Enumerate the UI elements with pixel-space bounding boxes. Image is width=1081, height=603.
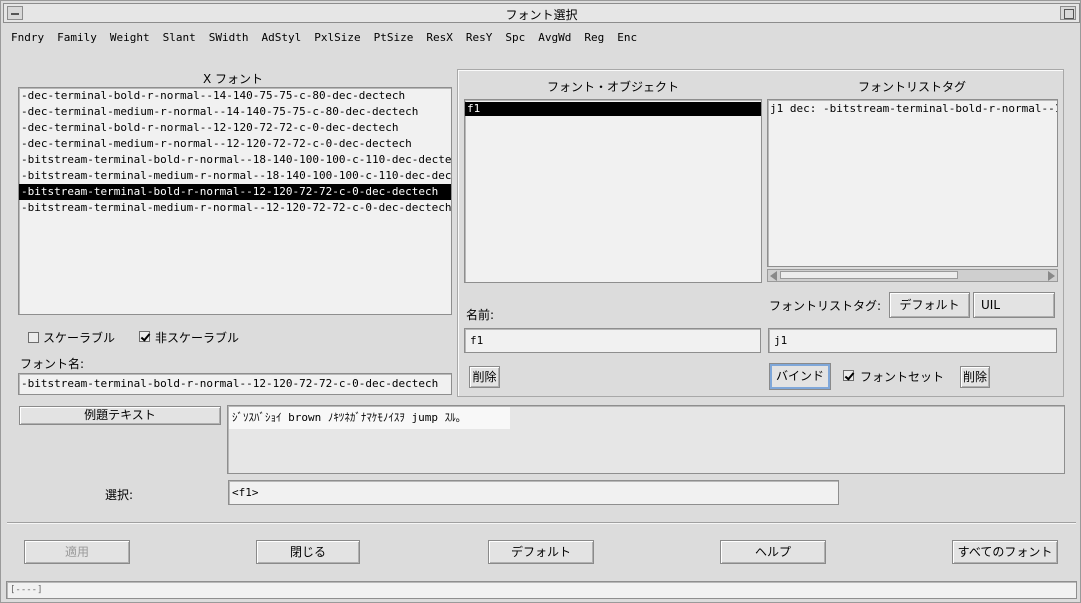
- xfont-list-item[interactable]: -dec-terminal-medium-r-normal--12-120-72…: [19, 136, 451, 152]
- menu-field-family[interactable]: Family: [57, 31, 97, 49]
- fontlist-tag-field[interactable]: j1: [768, 328, 1057, 353]
- name-delete-button[interactable]: 削除: [469, 366, 500, 388]
- fontset-checkbox[interactable]: [843, 370, 854, 381]
- menu-field-enc[interactable]: Enc: [617, 31, 637, 49]
- fontset-label: フォントセット: [860, 370, 945, 384]
- xfont-list-item[interactable]: -dec-terminal-medium-r-normal--14-140-75…: [19, 104, 451, 120]
- uil-button[interactable]: UIL: [973, 292, 1055, 318]
- sample-text-button[interactable]: 例題テキスト: [19, 406, 221, 425]
- nonscalable-label: 非スケーラブル: [155, 331, 240, 345]
- field-menubar: Fndry Family Weight Slant SWidth AdStyl PxlSiz…: [11, 31, 650, 49]
- xfont-list[interactable]: -dec-terminal-bold-r-normal--14-140-75-7…: [18, 87, 452, 315]
- default-button[interactable]: デフォルト: [488, 540, 594, 564]
- menu-field-spc[interactable]: Spc: [505, 31, 525, 49]
- name-field[interactable]: f1: [464, 328, 761, 353]
- fontname-label: フォント名:: [20, 357, 85, 371]
- font-object-item[interactable]: f1: [465, 102, 761, 116]
- tag-default-button[interactable]: デフォルト: [889, 292, 970, 318]
- scroll-left-icon[interactable]: [770, 271, 777, 281]
- xfont-list-item[interactable]: -dec-terminal-bold-r-normal--14-140-75-7…: [19, 88, 451, 104]
- scalable-checkbox[interactable]: [28, 332, 39, 343]
- maximize-icon[interactable]: [1060, 6, 1076, 20]
- fontlist-tag-scrollbar[interactable]: [767, 269, 1058, 282]
- apply-button[interactable]: 適用: [24, 540, 130, 564]
- fontlist-tag-list[interactable]: j1 dec: -bitstream-terminal-bold-r-norma…: [767, 99, 1058, 267]
- fontlist-tag-heading: フォントリストタグ: [858, 80, 967, 94]
- menu-field-resy[interactable]: ResY: [466, 31, 493, 49]
- title-bar[interactable]: フォント選択: [3, 3, 1080, 23]
- name-label: 名前:: [466, 308, 495, 322]
- font-selection-window: フォント選択 Fndry Family Weight Slant SWidth AdSty…: [0, 0, 1081, 603]
- scrollbar-thumb[interactable]: [780, 271, 958, 279]
- close-button[interactable]: 閉じる: [256, 540, 360, 564]
- window-title: フォント選択: [505, 8, 578, 22]
- font-object-list[interactable]: f1: [464, 99, 762, 283]
- sample-text: ｼﾞｿｽﾊﾞｼｮｲ brown ﾉｷﾂﾈｶﾞﾅﾏｹﾓﾉｲｽｦ jump ｽﾙ｡: [229, 407, 510, 429]
- nonscalable-checkbox[interactable]: [139, 331, 150, 342]
- xfonts-heading: X フォント: [203, 72, 264, 86]
- menu-field-resx[interactable]: ResX: [426, 31, 453, 49]
- all-fonts-button[interactable]: すべてのフォント: [952, 540, 1058, 564]
- xfont-list-item[interactable]: -bitstream-terminal-bold-r-normal--12-12…: [19, 184, 451, 200]
- menu-field-weight[interactable]: Weight: [110, 31, 150, 49]
- sample-area: ｼﾞｿｽﾊﾞｼｮｲ brown ﾉｷﾂﾈｶﾞﾅﾏｹﾓﾉｲｽｦ jump ｽﾙ｡: [227, 405, 1065, 474]
- xfont-list-item[interactable]: -bitstream-terminal-bold-r-normal--18-14…: [19, 152, 451, 168]
- xfont-list-item[interactable]: -bitstream-terminal-medium-r-normal--18-…: [19, 168, 451, 184]
- scalable-label: スケーラブル: [43, 331, 116, 345]
- menu-field-avgwd[interactable]: AvgWd: [538, 31, 571, 49]
- xfont-list-item[interactable]: -dec-terminal-bold-r-normal--12-120-72-7…: [19, 120, 451, 136]
- help-button[interactable]: ヘルプ: [720, 540, 826, 564]
- fontlist-tag-label: フォントリストタグ:: [769, 299, 882, 313]
- scroll-right-icon[interactable]: [1048, 271, 1055, 281]
- menu-field-ptsize[interactable]: PtSize: [374, 31, 414, 49]
- menu-field-pxlsize[interactable]: PxlSize: [314, 31, 360, 49]
- bind-button[interactable]: バインド: [769, 363, 831, 390]
- fontlist-tag-item[interactable]: j1 dec: -bitstream-terminal-bold-r-norma…: [770, 102, 1057, 115]
- selection-field[interactable]: <f1>: [228, 480, 839, 505]
- menu-field-swidth[interactable]: SWidth: [209, 31, 249, 49]
- separator: [7, 522, 1076, 524]
- selection-label: 選択:: [105, 488, 134, 502]
- menu-field-fndry[interactable]: Fndry: [11, 31, 44, 49]
- font-object-heading: フォント・オブジェクト: [547, 80, 680, 94]
- xfont-list-item[interactable]: -bitstream-terminal-medium-r-normal--12-…: [19, 200, 451, 216]
- menu-field-adstyl[interactable]: AdStyl: [262, 31, 302, 49]
- tag-delete-button[interactable]: 削除: [960, 366, 990, 388]
- menu-field-reg[interactable]: Reg: [584, 31, 604, 49]
- status-bar: [----]: [6, 581, 1077, 599]
- menu-field-slant[interactable]: Slant: [163, 31, 196, 49]
- fontname-field[interactable]: -bitstream-terminal-bold-r-normal--12-12…: [18, 373, 452, 395]
